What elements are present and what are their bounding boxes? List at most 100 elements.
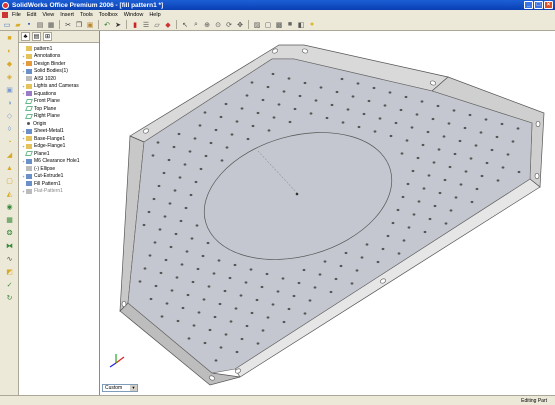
swept-cut-icon[interactable]: ◇ — [2, 110, 17, 122]
print-preview-icon[interactable]: ▦ — [46, 20, 56, 30]
tree-item[interactable]: Front Plane — [21, 98, 99, 106]
undo-icon[interactable]: ↶ — [102, 20, 112, 30]
close-button[interactable]: × — [544, 1, 553, 9]
curves-icon[interactable]: ∿ — [2, 253, 17, 265]
tree-item[interactable]: + Sheet-Metal1 — [21, 128, 99, 136]
menu-window[interactable]: Window — [124, 12, 144, 18]
open-icon[interactable]: ▰ — [13, 20, 23, 30]
lights-icon — [26, 83, 32, 89]
extruded-cut-icon[interactable]: ▣ — [2, 84, 17, 96]
tree-item[interactable]: + Flat-Pattern1 — [21, 188, 99, 196]
shell-icon[interactable]: ▢ — [2, 175, 17, 187]
tree-item[interactable]: + Equations — [21, 90, 99, 98]
zoom-area-icon[interactable]: ⊕ — [202, 20, 212, 30]
sketch-icon[interactable]: ▱ — [152, 20, 162, 30]
tree-item[interactable]: + Lights and Cameras — [21, 83, 99, 91]
draft-icon[interactable]: ◭ — [2, 188, 17, 200]
menu-file[interactable]: File — [12, 12, 21, 18]
tree-item[interactable]: Top Plane — [21, 105, 99, 113]
fillet-icon[interactable]: ◔ — [2, 136, 17, 148]
tree-item[interactable]: + Base-Flange1 — [21, 135, 99, 143]
circular-pattern-icon[interactable]: ❂ — [2, 227, 17, 239]
tree-item[interactable]: + M6 Clearance Hole1 — [21, 158, 99, 166]
graphics-area[interactable] — [100, 31, 555, 395]
tree-item[interactable]: Plane1 — [21, 150, 99, 158]
section-view-icon[interactable]: ◧ — [296, 20, 306, 30]
cut-icon[interactable]: ✂ — [63, 20, 73, 30]
linear-pattern-icon[interactable]: ▦ — [2, 214, 17, 226]
print-icon[interactable]: ▤ — [35, 20, 45, 30]
copy-icon[interactable]: ❐ — [74, 20, 84, 30]
pattern-hole — [495, 135, 499, 139]
pattern-hole — [454, 196, 458, 199]
pattern-hole — [500, 122, 504, 126]
menu-insert[interactable]: Insert — [60, 12, 74, 18]
tree-item[interactable]: pattern1 — [21, 45, 99, 53]
property-manager-tab-icon[interactable]: ▤ — [32, 32, 41, 41]
hole-wizard-icon[interactable]: ◉ — [2, 201, 17, 213]
pattern-hole — [378, 117, 382, 120]
wireframe-icon[interactable]: ▢ — [263, 20, 273, 30]
split-line-icon[interactable]: ✓ — [2, 279, 17, 291]
extruded-boss-icon[interactable]: ■ — [2, 32, 17, 44]
minimize-button[interactable]: _ — [524, 1, 533, 9]
instant3d-icon[interactable]: ↻ — [2, 292, 17, 304]
menu-help[interactable]: Help — [149, 12, 160, 18]
menu-edit[interactable]: Edit — [27, 12, 36, 18]
pattern-hole — [506, 153, 510, 156]
pattern-hole — [167, 158, 171, 162]
select-icon[interactable]: ➤ — [113, 20, 123, 30]
tree-item[interactable]: (-) Ellipse — [21, 165, 99, 173]
tree-item[interactable]: + Annotations — [21, 53, 99, 61]
previous-view-icon[interactable]: ↖ — [180, 20, 190, 30]
pan-icon[interactable]: ✥ — [235, 20, 245, 30]
tree-item[interactable]: AISI 1020 — [21, 75, 99, 83]
options-icon[interactable]: ☰ — [141, 20, 151, 30]
save-icon[interactable]: ▪ — [24, 20, 34, 30]
sheet-metal-part[interactable] — [100, 31, 555, 395]
component-icon[interactable]: ◆ — [163, 20, 173, 30]
pattern-hole — [240, 337, 244, 341]
pattern-hole — [407, 226, 411, 229]
mirror-icon[interactable]: ⧓ — [2, 240, 17, 252]
paste-icon[interactable]: ▣ — [85, 20, 95, 30]
pattern-hole — [261, 329, 265, 332]
tree-item[interactable]: + Edge-Flange1 — [21, 143, 99, 151]
configuration-select[interactable]: Custom ▼ — [102, 384, 138, 392]
sweep-icon[interactable]: ◆ — [2, 58, 17, 70]
pattern-hole — [217, 259, 221, 262]
rebuild-icon[interactable]: ▮ — [130, 20, 140, 30]
pattern-hole — [193, 137, 197, 140]
configuration-manager-tab-icon[interactable]: ⊞ — [43, 32, 52, 41]
zoom-fit-icon[interactable]: ⌕ — [191, 20, 201, 30]
menu-tools[interactable]: Tools — [80, 12, 93, 18]
loft-icon[interactable]: ◈ — [2, 71, 17, 83]
menu-toolbox[interactable]: Toolbox — [99, 12, 118, 18]
shaded-icon[interactable]: ■ — [285, 20, 295, 30]
hidden-lines-icon[interactable]: ▩ — [274, 20, 284, 30]
view-orientation-icon[interactable]: ▨ — [252, 20, 262, 30]
chamfer-icon[interactable]: ◢ — [2, 149, 17, 161]
revolved-cut-icon[interactable]: ◑ — [2, 97, 17, 109]
tree-item[interactable]: Fill Pattern1 — [21, 180, 99, 188]
zoom-in-out-icon[interactable]: ⊙ — [213, 20, 223, 30]
chevron-down-icon[interactable]: ▼ — [130, 385, 137, 391]
rib-icon[interactable]: ▲ — [2, 162, 17, 174]
reference-geometry-icon[interactable]: ◩ — [2, 266, 17, 278]
tree-item[interactable]: + Cut-Extrude1 — [21, 173, 99, 181]
tree-item[interactable]: Right Plane — [21, 113, 99, 121]
revolved-boss-icon[interactable]: ◐ — [2, 45, 17, 57]
feature-manager-tab-icon[interactable]: ♣ — [21, 32, 30, 41]
rotate-icon[interactable]: ⟳ — [224, 20, 234, 30]
menu-view[interactable]: View — [42, 12, 54, 18]
maximize-button[interactable]: □ — [534, 1, 543, 9]
tree-item[interactable]: + Solid Bodies(1) — [21, 68, 99, 76]
pattern-hole — [233, 263, 237, 267]
new-icon[interactable]: ▭ — [2, 20, 12, 30]
lofted-cut-icon[interactable]: ◊ — [2, 123, 17, 135]
tree-item[interactable]: + Design Binder — [21, 60, 99, 68]
tree-item[interactable]: Origin — [21, 120, 99, 128]
pattern-hole — [256, 342, 260, 345]
appearance-icon[interactable]: ● — [307, 20, 317, 30]
document-icon[interactable] — [2, 11, 8, 18]
